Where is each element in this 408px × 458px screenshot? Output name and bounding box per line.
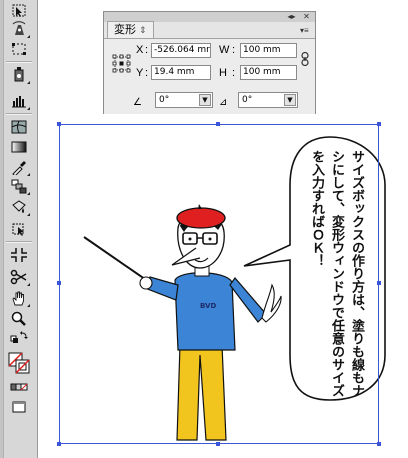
handle-bottom-right[interactable]: [377, 442, 381, 446]
handle-bottom-left[interactable]: [57, 442, 61, 446]
handle-top-center[interactable]: [216, 122, 220, 126]
handle-middle-right[interactable]: [377, 281, 381, 285]
selection-bounding-box[interactable]: [57, 122, 381, 446]
handle-top-right[interactable]: [377, 122, 381, 126]
handle-top-left[interactable]: [57, 122, 61, 126]
handle-bottom-center[interactable]: [216, 442, 220, 446]
handle-middle-left[interactable]: [57, 281, 61, 285]
